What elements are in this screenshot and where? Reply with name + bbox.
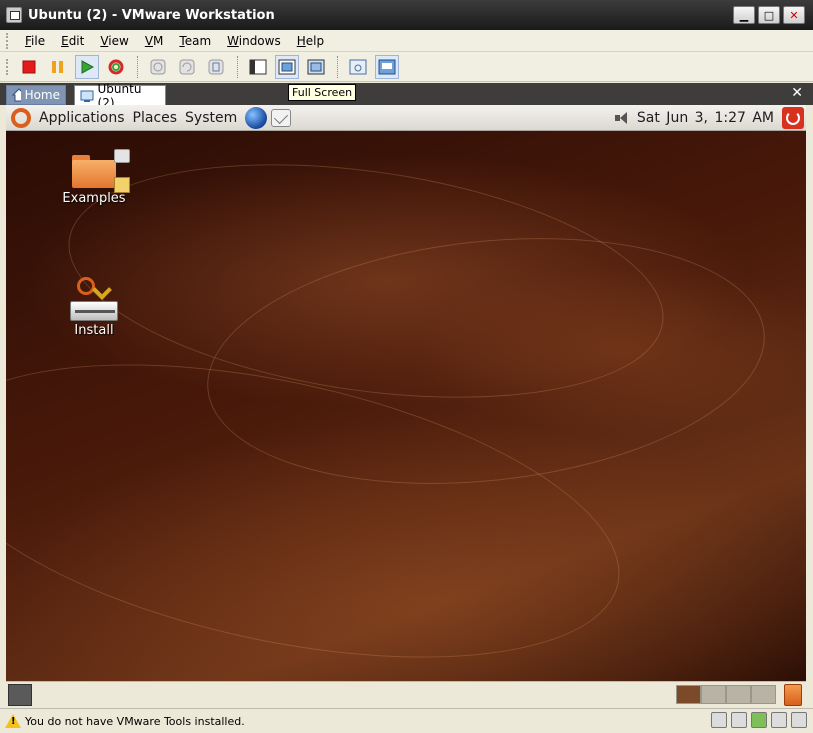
firefox-globe-icon[interactable]: [245, 106, 268, 129]
cdrom-device-icon[interactable]: [731, 712, 747, 728]
reset-button[interactable]: [104, 55, 128, 79]
trash-icon[interactable]: [784, 684, 802, 706]
take-snapshot-button[interactable]: [146, 55, 170, 79]
menu-grip[interactable]: [6, 32, 9, 49]
snapshot-icon: [150, 59, 166, 74]
warning-icon: [5, 714, 21, 728]
symlink-emblem-icon: [114, 149, 130, 163]
maximize-button[interactable]: □: [758, 6, 780, 24]
workspace-3[interactable]: [726, 685, 751, 704]
tab-home[interactable]: Home: [6, 85, 66, 105]
maximize-icon: □: [763, 8, 775, 22]
lock-emblem-icon: [114, 177, 130, 193]
menu-edit[interactable]: Edit: [53, 34, 92, 48]
reset-icon: [108, 59, 124, 74]
window-title: Ubuntu (2) - VMware Workstation: [28, 7, 275, 23]
close-icon: ✕: [789, 8, 799, 22]
quick-switch-button[interactable]: [304, 55, 328, 79]
revert-snapshot-button[interactable]: [175, 55, 199, 79]
applications-menu[interactable]: Applications: [39, 110, 125, 126]
window-controls: ▁ □ ✕: [733, 6, 805, 24]
install-desktop-icon[interactable]: Install: [54, 277, 134, 338]
minimize-icon: ▁: [739, 8, 749, 22]
menu-team[interactable]: Team: [171, 34, 219, 48]
window-title-bar[interactable]: Ubuntu (2) - VMware Workstation ▁ □ ✕: [0, 0, 813, 30]
close-tab-icon[interactable]: ✕: [791, 85, 803, 101]
power-off-icon: [22, 60, 36, 73]
full-screen-button[interactable]: [275, 54, 299, 79]
show-sidebar-button[interactable]: [246, 55, 270, 79]
device-tray: [711, 712, 807, 728]
menu-view[interactable]: View: [92, 34, 136, 48]
suspend-icon: [52, 60, 63, 73]
toolbar: [0, 52, 813, 82]
ubuntu-desktop[interactable]: Examples Install: [6, 130, 806, 681]
workspace-switcher: [676, 685, 776, 704]
places-menu[interactable]: Places: [133, 110, 178, 126]
status-bar: You do not have VMware Tools installed.: [0, 708, 813, 733]
menu-vm[interactable]: VM: [137, 34, 172, 48]
examples-desktop-icon[interactable]: Examples: [54, 149, 134, 206]
shutdown-icon[interactable]: [782, 107, 804, 129]
console-view-icon: [349, 59, 367, 74]
revert-snapshot-icon: [179, 59, 195, 74]
home-icon: [12, 88, 21, 102]
network-device-icon[interactable]: [751, 712, 767, 728]
gnome-bottom-panel: [6, 681, 806, 707]
usb-device-icon[interactable]: [771, 712, 787, 728]
install-label: Install: [74, 323, 114, 338]
install-arrow-icon: [92, 280, 112, 300]
examples-label: Examples: [62, 191, 126, 206]
suspend-button[interactable]: [46, 55, 70, 79]
summary-view-button[interactable]: [375, 54, 399, 79]
power-on-button[interactable]: [75, 54, 99, 79]
toolbar-separator: [137, 55, 138, 78]
clock[interactable]: Sat Jun 3, 1:27 AM: [637, 110, 774, 126]
menu-windows[interactable]: Windows: [219, 34, 289, 48]
show-sidebar-icon: [249, 59, 267, 74]
sound-device-icon[interactable]: [791, 712, 807, 728]
menu-file[interactable]: File: [17, 34, 53, 48]
snapshot-manager-icon: [208, 59, 224, 74]
vm-console[interactable]: Applications Places System Sat Jun 3, 1:…: [6, 105, 806, 681]
ubuntu-logo-icon[interactable]: [11, 107, 31, 128]
full-screen-icon: [278, 59, 296, 74]
workspace-4[interactable]: [751, 685, 776, 704]
summary-view-icon: [378, 59, 396, 74]
console-view-button[interactable]: [346, 55, 370, 79]
system-menu[interactable]: System: [185, 110, 237, 126]
quick-switch-icon: [307, 59, 325, 74]
floppy-device-icon[interactable]: [711, 712, 727, 728]
workspace-1[interactable]: [676, 685, 701, 704]
show-desktop-icon[interactable]: [8, 684, 32, 706]
vmware-app-icon[interactable]: [6, 7, 22, 23]
installer-icon: [69, 277, 119, 321]
email-client-icon[interactable]: [271, 108, 292, 127]
volume-icon[interactable]: [614, 111, 631, 125]
tab-ubuntu-vm[interactable]: Ubuntu (2): [74, 82, 166, 110]
folder-icon: [72, 149, 130, 193]
close-button[interactable]: ✕: [783, 6, 805, 24]
power-off-button[interactable]: [17, 55, 41, 79]
workspace-2[interactable]: [701, 685, 726, 704]
ubuntu-circle-icon: [77, 277, 95, 295]
vm-icon: [80, 90, 94, 102]
toolbar-separator: [337, 55, 338, 78]
tab-bar: Home Ubuntu (2) ✕: [0, 82, 813, 110]
panel-tray: Sat Jun 3, 1:27 AM: [614, 105, 806, 131]
snapshot-manager-button[interactable]: [204, 55, 228, 79]
status-message: You do not have VMware Tools installed.: [25, 714, 245, 728]
gnome-top-panel: Applications Places System Sat Jun 3, 1:…: [6, 105, 806, 131]
hard-drive-icon: [70, 301, 118, 321]
full-screen-tooltip: Full Screen: [288, 84, 357, 101]
toolbar-separator: [237, 55, 238, 78]
power-on-icon: [81, 59, 94, 74]
menu-help[interactable]: Help: [289, 34, 332, 48]
menu-bar: File Edit View VM Team Windows Help: [0, 30, 813, 52]
minimize-button[interactable]: ▁: [733, 6, 755, 24]
tab-home-label: Home: [24, 88, 60, 102]
toolbar-grip[interactable]: [6, 58, 9, 75]
